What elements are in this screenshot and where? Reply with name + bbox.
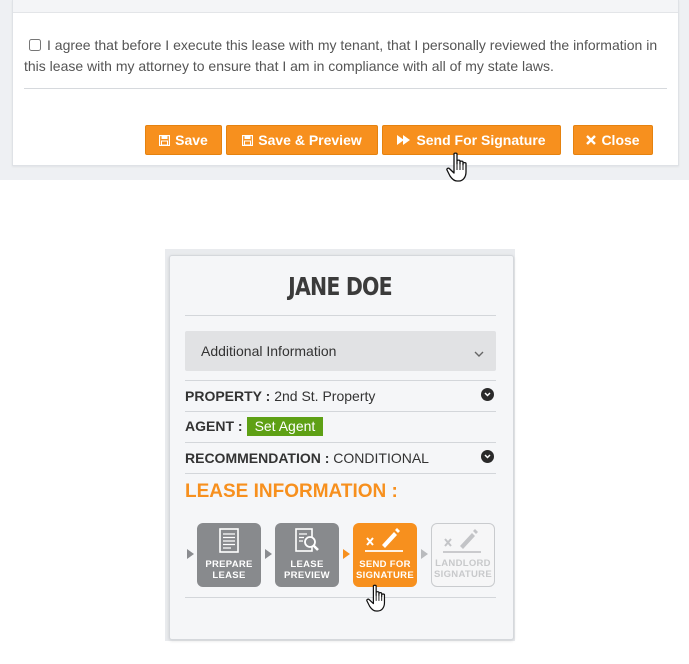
divider [185, 597, 496, 598]
close-icon [586, 135, 597, 145]
magnify-document-icon [275, 528, 339, 554]
step-label-line1: PREPARE [205, 559, 253, 570]
agreement-checkbox[interactable] [29, 39, 41, 51]
agreement-text: I agree that before I execute this lease… [24, 37, 658, 74]
step-arrow-icon [421, 549, 428, 559]
accordion-label: Additional Information [201, 343, 337, 359]
divider [185, 380, 496, 381]
property-row: PROPERTY : 2nd St. Property [185, 388, 496, 404]
hand-pointer-cursor-icon [446, 152, 472, 189]
send-for-signature-button-label: Send For Signature [416, 132, 546, 148]
lease-information-title: LEASE INFORMATION : [185, 481, 398, 502]
save-button-label: Save [175, 132, 208, 148]
step-label-line2: PREVIEW [284, 570, 330, 581]
step-label-line1: SEND FOR [359, 559, 411, 570]
chevron-down-icon [474, 345, 484, 363]
divider [185, 473, 496, 474]
recommendation-label: RECOMMENDATION : [185, 450, 330, 466]
recommendation-row: RECOMMENDATION : CONDITIONAL [185, 450, 496, 466]
step-landlord-signature[interactable]: LANDLORD SIGNATURE [431, 523, 495, 587]
step-label-line1: LEASE [290, 559, 324, 570]
agreement-row: I agree that before I execute this lease… [24, 35, 669, 77]
step-prepare-lease[interactable]: PREPARE LEASE [197, 523, 261, 587]
divider [185, 442, 496, 443]
tenant-name: JANE DOE [288, 272, 392, 301]
save-and-preview-button[interactable]: Save & Preview [226, 125, 378, 155]
step-lease-preview[interactable]: LEASE PREVIEW [275, 523, 339, 587]
property-label: PROPERTY : [185, 388, 271, 404]
step-arrow-icon [187, 549, 194, 559]
send-for-signature-button[interactable]: Send For Signature [382, 125, 561, 155]
property-value: 2nd St. Property [274, 388, 376, 404]
divider [24, 88, 667, 89]
close-button[interactable]: Close [573, 125, 653, 155]
step-arrow-icon [265, 549, 272, 559]
panel-header-strip [13, 0, 678, 13]
save-and-preview-button-label: Save & Preview [258, 132, 362, 148]
fast-forward-icon [397, 135, 411, 145]
agent-row: AGENT : Set Agent [185, 417, 496, 436]
floppy-disk-icon [159, 134, 171, 146]
divider [185, 411, 496, 412]
agent-label: AGENT : [185, 418, 243, 434]
expand-chevron-icon[interactable] [481, 388, 494, 401]
signature-pen-icon [432, 529, 494, 555]
save-button[interactable]: Save [145, 125, 222, 155]
step-label-line2: SIGNATURE [434, 569, 492, 580]
step-arrow-icon [343, 549, 350, 559]
step-label-line2: LEASE [212, 570, 246, 581]
expand-chevron-icon[interactable] [481, 450, 494, 463]
document-icon [197, 528, 261, 554]
step-send-for-signature[interactable]: SEND FOR SIGNATURE [353, 523, 417, 587]
signature-pen-icon [353, 528, 417, 554]
step-label-line1: LANDLORD [435, 558, 491, 569]
divider [185, 315, 496, 316]
recommendation-value: CONDITIONAL [333, 450, 429, 466]
hand-pointer-cursor-icon [366, 584, 390, 619]
close-button-label: Close [601, 132, 640, 148]
floppy-disk-icon [242, 134, 254, 146]
set-agent-button[interactable]: Set Agent [246, 417, 324, 436]
step-label-line2: SIGNATURE [356, 570, 414, 581]
additional-information-accordion[interactable]: Additional Information [185, 331, 496, 371]
